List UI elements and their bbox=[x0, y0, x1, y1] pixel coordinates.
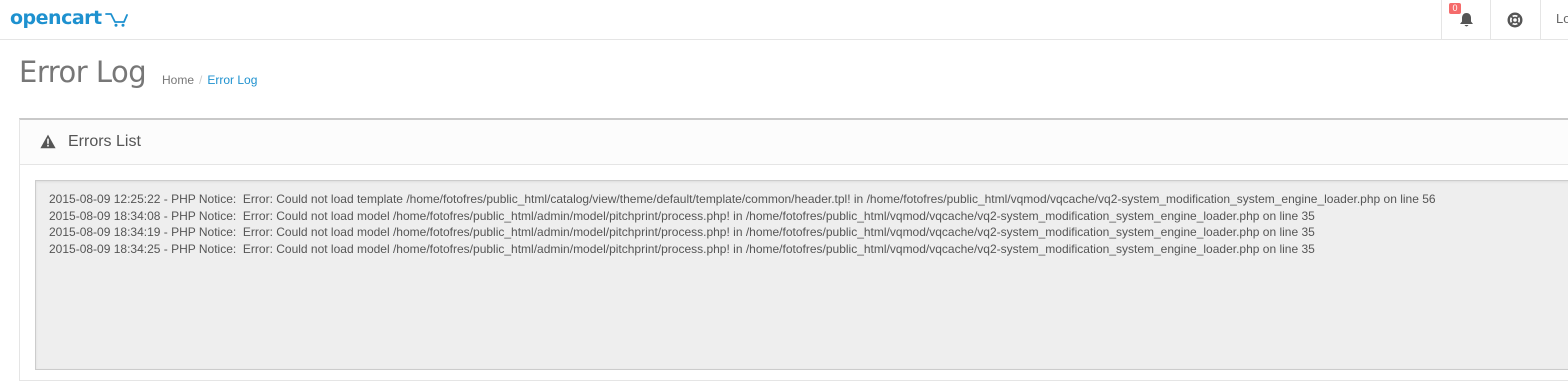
error-log-textarea[interactable]: 2015-08-09 12:25:22 - PHP Notice: Error:… bbox=[35, 180, 1568, 370]
log-line: 2015-08-09 18:34:08 - PHP Notice: Error:… bbox=[49, 208, 1315, 223]
breadcrumb: Home / Error Log bbox=[162, 73, 257, 87]
logo-text: opencart bbox=[10, 7, 102, 29]
log-line: 2015-08-09 12:25:22 - PHP Notice: Error:… bbox=[49, 192, 1436, 206]
logout-link[interactable]: Lo bbox=[1556, 11, 1568, 26]
breadcrumb-error-log-link[interactable]: Error Log bbox=[207, 73, 257, 87]
breadcrumb-separator: / bbox=[199, 73, 203, 87]
top-navbar: opencart 0 Lo bbox=[0, 0, 1568, 40]
help-button[interactable] bbox=[1491, 0, 1539, 39]
warning-icon bbox=[40, 134, 56, 149]
notification-count-badge: 0 bbox=[1449, 3, 1461, 14]
log-line: 2015-08-09 18:34:19 - PHP Notice: Error:… bbox=[49, 225, 1315, 240]
panel-title: Errors List bbox=[68, 133, 141, 150]
page-title: Error Log bbox=[19, 55, 147, 89]
opencart-logo[interactable]: opencart bbox=[10, 3, 129, 29]
cart-icon bbox=[104, 13, 128, 27]
panel-heading: Errors List bbox=[20, 120, 1568, 165]
log-line: 2015-08-09 18:34:25 - PHP Notice: Error:… bbox=[49, 241, 1315, 256]
breadcrumb-home-link[interactable]: Home bbox=[162, 73, 194, 87]
life-ring-icon bbox=[1507, 11, 1523, 28]
nav-divider bbox=[1540, 0, 1541, 39]
bell-icon bbox=[1459, 12, 1473, 26]
